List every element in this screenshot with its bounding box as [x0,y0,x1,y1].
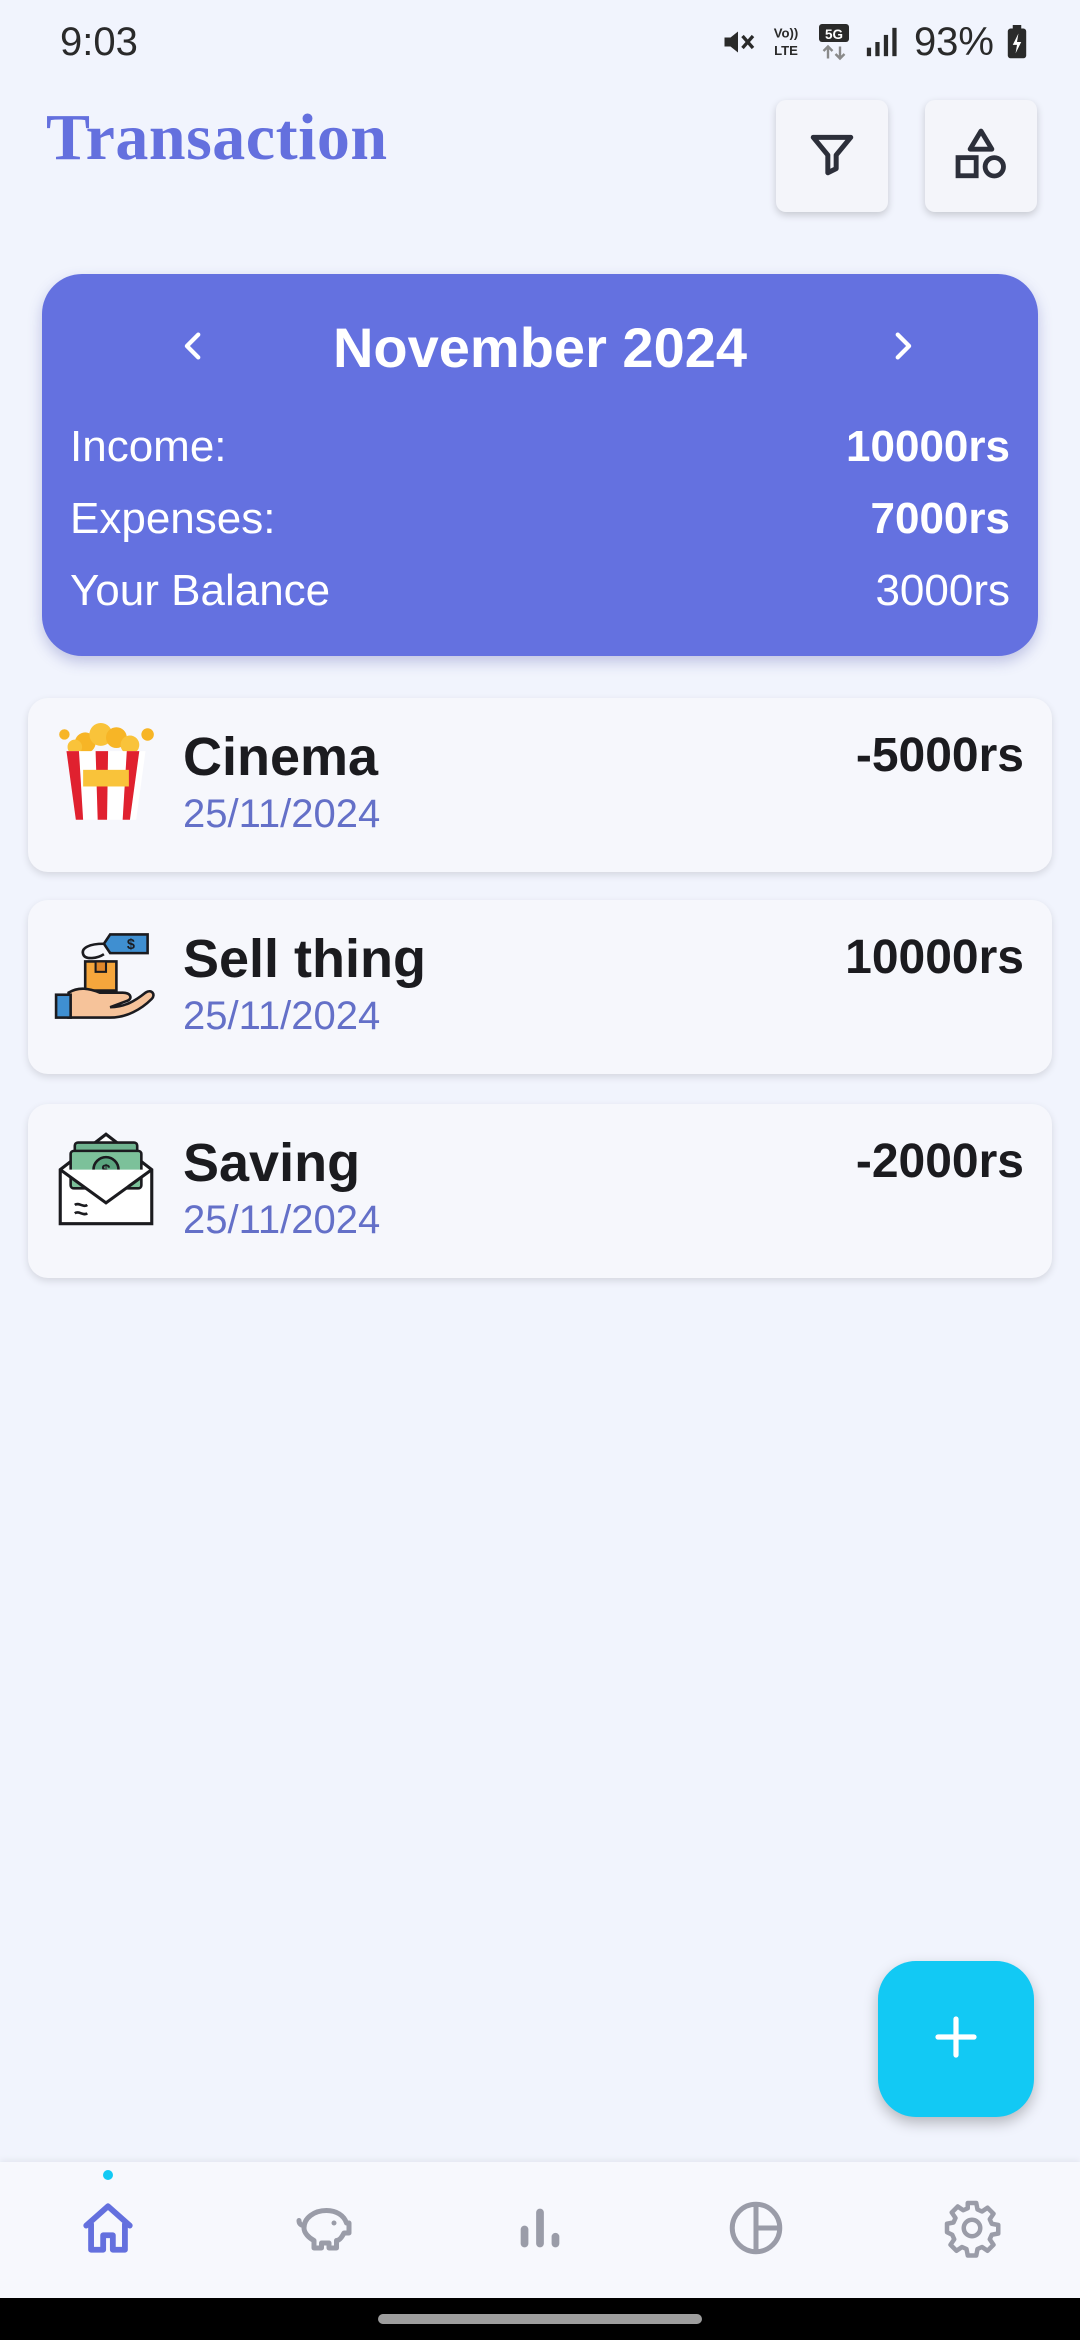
home-gesture-handle[interactable] [378,2314,702,2324]
transaction-date: 25/11/2024 [183,792,381,836]
nav-statistics[interactable] [432,2162,648,2298]
bar-chart-icon [511,2199,569,2262]
pie-chart-icon [726,2198,786,2263]
piggy-bank-icon [294,2198,354,2263]
svg-text:$: $ [127,937,135,953]
svg-text:LTE: LTE [774,43,798,58]
filter-button[interactable] [776,100,888,212]
transaction-date: 25/11/2024 [183,1198,381,1242]
status-time: 9:03 [60,19,138,64]
status-icons: Vo)) LTE 5G 93% [720,20,1028,65]
popcorn-icon [54,722,158,826]
plus-icon [932,2013,980,2066]
transaction-amount: -2000rs [855,1135,1024,1188]
system-gesture-bar [0,2298,1080,2340]
month-navigator: November 2024 [42,302,1038,392]
svg-text:Vo)): Vo)) [774,26,799,41]
nav-home[interactable] [0,2162,216,2298]
battery-percent: 93% [913,19,994,64]
signal-icon [864,25,898,59]
svg-text:5G: 5G [825,27,843,42]
transaction-title: Sell thing [183,929,426,989]
active-indicator [103,2170,113,2180]
gear-icon [942,2198,1002,2263]
bottom-navigation [0,2162,1080,2298]
sell-box-icon: $ [54,924,158,1028]
filter-icon [807,129,857,184]
income-row: Income: 10000rs [70,422,1010,472]
transaction-title: Saving [183,1133,361,1193]
transaction-item[interactable]: $ Saving 25/11/2024 -2000rs [28,1104,1052,1278]
chevron-left-icon [177,329,211,368]
expenses-value: 7000rs [870,494,1010,543]
previous-month-button[interactable] [166,320,222,376]
transaction-title: Cinema [183,727,379,787]
transaction-amount: 10000rs [845,931,1024,984]
transaction-item[interactable]: $ Sell thing 25/11/2024 10000rs [28,900,1052,1074]
monthly-summary-card: November 2024 Income: 10000rs Expenses: … [42,274,1038,656]
income-value: 10000rs [846,422,1010,471]
chevron-right-icon [885,329,919,368]
battery-icon [1006,25,1028,59]
volte-icon: Vo)) LTE [768,23,804,61]
transaction-screen: 9:03 Vo)) LTE 5G 93% Transaction Novembe… [0,0,1080,2340]
balance-label: Your Balance [70,566,331,615]
transaction-amount: -5000rs [855,729,1024,782]
nav-budget[interactable] [648,2162,864,2298]
next-month-button[interactable] [874,320,930,376]
money-envelope-icon: $ [54,1128,158,1232]
home-icon [79,2199,137,2262]
expenses-label: Expenses: [70,494,276,543]
month-label: November 2024 [332,315,747,379]
nav-settings[interactable] [864,2162,1080,2298]
status-bar: 9:03 Vo)) LTE 5G 93% [0,0,1080,84]
nav-savings[interactable] [216,2162,432,2298]
balance-value: 3000rs [875,566,1010,615]
5g-icon: 5G [816,22,852,62]
income-label: Income: [70,422,227,471]
transaction-date: 25/11/2024 [183,994,381,1038]
transaction-item[interactable]: Cinema 25/11/2024 -5000rs [28,698,1052,872]
add-transaction-button[interactable] [878,1961,1034,2117]
categories-button[interactable] [925,100,1037,212]
expenses-row: Expenses: 7000rs [70,494,1010,544]
shapes-icon [952,125,1010,188]
mute-icon [720,24,756,60]
balance-row: Your Balance 3000rs [70,566,1010,616]
page-title: Transaction [46,101,388,174]
